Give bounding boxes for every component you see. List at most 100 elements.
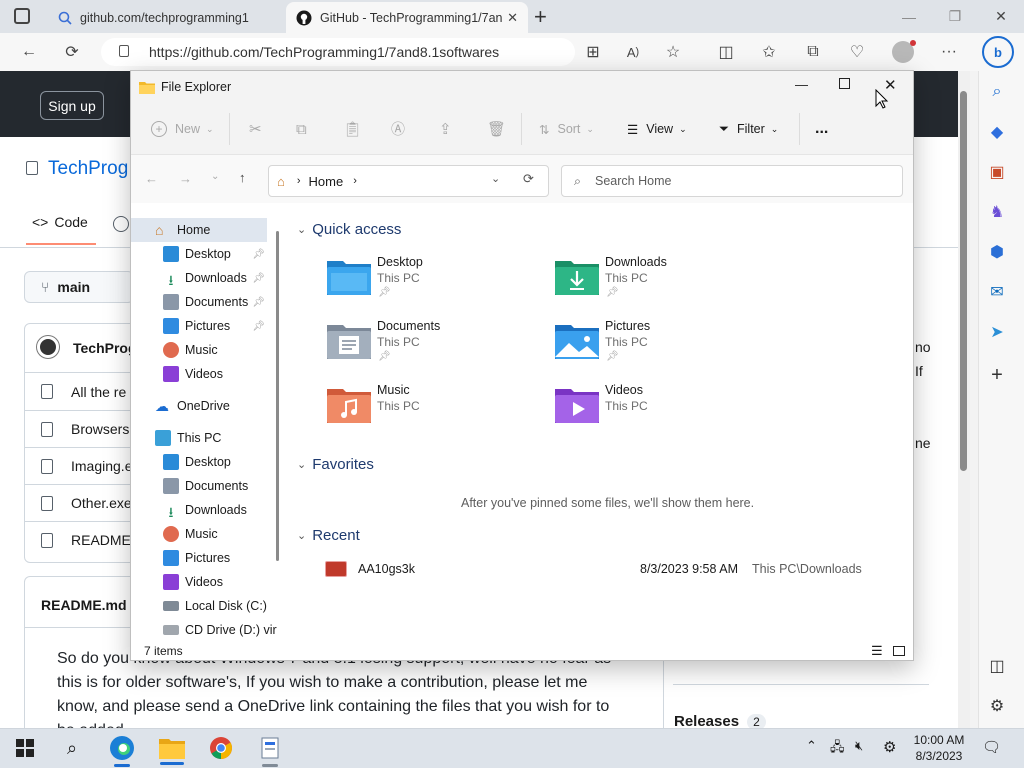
games-icon[interactable]: ♞: [985, 200, 1009, 224]
drop-icon[interactable]: ➤: [985, 320, 1009, 344]
notification-center-icon[interactable]: 🗨︎: [982, 738, 1001, 756]
settings-icon[interactable]: ⚙: [883, 738, 896, 756]
path-bar[interactable]: ⌂ › Home › ⌄ ⟳: [268, 165, 549, 197]
back-icon[interactable]: ←: [145, 171, 158, 186]
nav-item-documents[interactable]: Documents 📌︎: [131, 290, 271, 314]
path-refresh-icon[interactable]: ⟳: [523, 171, 534, 187]
path-home[interactable]: Home: [309, 174, 344, 189]
sidebar-settings-icon[interactable]: ⚙: [985, 694, 1009, 718]
rename-icon[interactable]: Ⓐ: [391, 115, 405, 143]
nav-item-home[interactable]: ⌂ Home: [131, 218, 267, 242]
address-bar[interactable]: https://github.com/TechProgramming1/7and…: [101, 38, 575, 66]
explorer-titlebar[interactable]: File Explorer — ✕: [131, 71, 913, 103]
tab-code[interactable]: <> Code: [32, 214, 88, 230]
sort-button[interactable]: ⇅ Sort ⌄: [539, 115, 594, 143]
installer-taskbar-icon[interactable]: [253, 733, 287, 763]
new-tab-icon[interactable]: +: [534, 4, 547, 30]
nav-item-local-disk[interactable]: Local Disk (C:): [131, 594, 271, 618]
quick-access-tile-downloads[interactable]: Downloads This PC 📌︎: [555, 255, 755, 307]
network-icon[interactable]: 🖧︎: [830, 738, 845, 760]
cut-icon[interactable]: ✂: [249, 115, 262, 143]
volume-muted-icon[interactable]: 🔇︎: [855, 738, 863, 754]
view-button[interactable]: ☰ View ⌄: [627, 115, 687, 143]
nav-item-pictures[interactable]: Pictures 📌︎: [131, 314, 271, 338]
delete-icon[interactable]: 🗑︎: [487, 115, 506, 143]
nav-item-desktop[interactable]: Desktop 📌︎: [131, 242, 271, 266]
releases-heading[interactable]: Releases 2: [674, 713, 766, 728]
filter-button[interactable]: ⏷ Filter ⌄: [719, 115, 778, 143]
restore-icon[interactable]: ❐: [932, 0, 978, 33]
edge-taskbar-icon[interactable]: [105, 733, 139, 763]
nav-item-videos[interactable]: Videos: [131, 362, 271, 386]
nav-item-pc-desktop[interactable]: Desktop: [131, 450, 271, 474]
quick-access-tile-videos[interactable]: Videos This PC: [555, 383, 755, 435]
bing-copilot-icon[interactable]: b: [982, 36, 1014, 68]
favorites-header[interactable]: ⌄ Favorites: [297, 456, 374, 473]
close-tab-icon[interactable]: ✕: [507, 10, 518, 26]
settings-more-icon[interactable]: ···: [932, 33, 966, 71]
split-screen-icon[interactable]: ◫: [709, 33, 743, 71]
new-button[interactable]: + New ⌄: [151, 115, 214, 143]
details-view-icon[interactable]: ☰: [871, 643, 883, 659]
tiles-view-icon[interactable]: [893, 646, 905, 656]
performance-icon[interactable]: ♡: [840, 33, 874, 71]
read-aloud-icon[interactable]: A): [616, 33, 650, 71]
taskbar-search-icon[interactable]: ⌕: [55, 733, 89, 763]
sign-up-button[interactable]: Sign up: [40, 91, 104, 120]
nav-item-this-pc[interactable]: This PC: [131, 426, 271, 450]
start-button[interactable]: [8, 733, 42, 763]
file-explorer-taskbar-icon[interactable]: [155, 733, 189, 763]
recent-file-row[interactable]: AA10gs3k 8/3/2023 9:58 AM This PC\Downlo…: [321, 557, 901, 583]
favorites-icon[interactable]: ✩: [752, 33, 786, 71]
branch-button[interactable]: ⑂ main: [24, 271, 134, 303]
tools-briefcase-icon[interactable]: ▣: [985, 160, 1009, 184]
path-dropdown-icon[interactable]: ⌄: [491, 172, 500, 185]
quick-access-tile-desktop[interactable]: Desktop This PC 📌︎: [327, 255, 527, 307]
issues-icon[interactable]: [113, 216, 129, 232]
add-sidebar-app-icon[interactable]: +: [985, 363, 1009, 387]
nav-item-onedrive[interactable]: ☁ OneDrive: [131, 394, 271, 418]
readme-title[interactable]: README.md: [41, 597, 127, 613]
minimize-icon[interactable]: —: [886, 0, 932, 33]
collections-icon[interactable]: ⧉: [796, 33, 830, 71]
hide-sidebar-icon[interactable]: ◫: [985, 654, 1009, 678]
refresh-icon[interactable]: ⟳: [55, 33, 89, 71]
close-window-icon[interactable]: ✕: [978, 0, 1024, 33]
explorer-maximize-icon[interactable]: [839, 78, 850, 89]
page-scrollbar[interactable]: [958, 71, 970, 728]
search-box[interactable]: ⌕ Search Home: [561, 165, 903, 197]
quick-access-tile-documents[interactable]: Documents This PC 📌︎: [327, 319, 527, 371]
nav-item-pc-music[interactable]: Music: [131, 522, 271, 546]
show-hidden-icons[interactable]: ⌃: [806, 738, 817, 754]
browser-tab-1[interactable]: github.com/techprogramming1: [48, 2, 284, 33]
scroll-thumb[interactable]: [960, 91, 967, 471]
repo-name-link[interactable]: TechProg: [48, 158, 128, 180]
up-icon[interactable]: ↑: [239, 170, 246, 185]
copy-icon[interactable]: ⧉: [296, 115, 307, 143]
recent-header[interactable]: ⌄ Recent: [297, 527, 360, 544]
nav-item-downloads[interactable]: ⭳ Downloads 📌︎: [131, 266, 271, 290]
nav-item-pc-videos[interactable]: Videos: [131, 570, 271, 594]
forward-icon[interactable]: →: [179, 171, 192, 186]
sidebar-search-icon[interactable]: ⌕: [985, 80, 1009, 104]
quick-access-header[interactable]: ⌄ Quick access: [297, 221, 401, 238]
tab-actions-icon[interactable]: [14, 8, 30, 24]
favorite-star-icon[interactable]: ☆: [656, 33, 690, 71]
quick-access-tile-music[interactable]: Music This PC: [327, 383, 527, 435]
nav-item-pc-pictures[interactable]: Pictures: [131, 546, 271, 570]
nav-item-music[interactable]: Music: [131, 338, 271, 362]
chrome-taskbar-icon[interactable]: [204, 733, 238, 763]
clock[interactable]: 10:00 AM 8/3/2023: [912, 732, 966, 764]
outlook-icon[interactable]: ✉: [985, 280, 1009, 304]
back-icon[interactable]: ←: [12, 33, 46, 71]
nav-item-pc-documents[interactable]: Documents: [131, 474, 271, 498]
recent-locations-icon[interactable]: ⌄: [211, 171, 219, 182]
nav-scrollbar[interactable]: [276, 231, 279, 561]
app-available-icon[interactable]: ⊞: [576, 33, 610, 71]
nav-item-pc-downloads[interactable]: ⭳ Downloads: [131, 498, 271, 522]
shopping-tag-icon[interactable]: ◆: [985, 120, 1009, 144]
share-icon[interactable]: ⇪: [439, 115, 452, 143]
owner-name[interactable]: TechProg: [73, 340, 137, 356]
quick-access-tile-pictures[interactable]: Pictures This PC 📌︎: [555, 319, 755, 371]
explorer-minimize-icon[interactable]: —: [795, 77, 808, 92]
